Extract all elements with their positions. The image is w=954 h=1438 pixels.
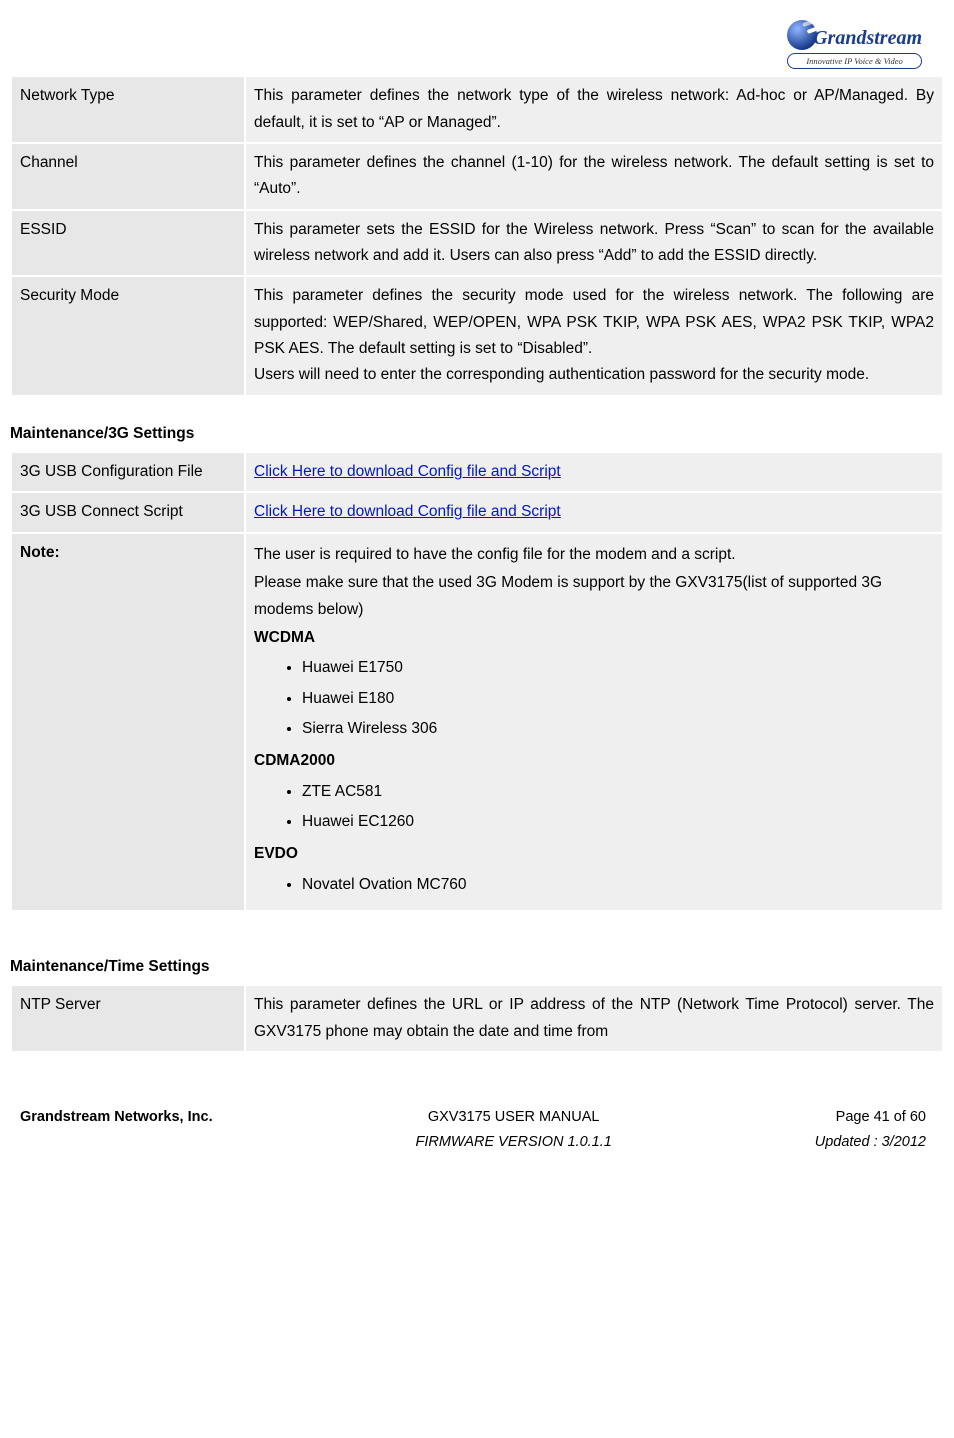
table-row: 3G USB Connect Script Click Here to down…	[12, 493, 942, 531]
param-label: 3G USB Connect Script	[12, 493, 244, 531]
download-link[interactable]: Click Here to download Config file and S…	[254, 503, 561, 520]
footer-company: Grandstream Networks, Inc.	[20, 1105, 213, 1154]
param-label: 3G USB Configuration File	[12, 453, 244, 491]
download-link[interactable]: Click Here to download Config file and S…	[254, 463, 561, 480]
brand-name: Grandstream	[813, 27, 922, 49]
list-item: Sierra Wireless 306	[302, 714, 934, 744]
param-desc: This parameter sets the ESSID for the Wi…	[246, 211, 942, 276]
param-label-note: Note:	[12, 534, 244, 910]
header-logo: Grandstream Innovative IP Voice & Video	[10, 10, 944, 75]
section-title-3g: Maintenance/3G Settings	[10, 415, 944, 451]
param-label: NTP Server	[12, 986, 244, 1051]
modem-group-heading: WCDMA	[254, 625, 934, 651]
modem-group-heading: CDMA2000	[254, 748, 934, 774]
modem-list-evdo: Novatel Ovation MC760	[302, 870, 934, 900]
table-row: Network Type This parameter defines the …	[12, 77, 942, 142]
param-label: Channel	[12, 144, 244, 209]
modem-list-wcdma: Huawei E1750 Huawei E180 Sierra Wireless…	[302, 653, 934, 744]
list-item: Novatel Ovation MC760	[302, 870, 934, 900]
logo-globe-icon	[787, 20, 817, 50]
param-desc: This parameter defines the channel (1-10…	[246, 144, 942, 209]
table-row: Channel This parameter defines the chann…	[12, 144, 942, 209]
footer-page: Page 41 of 60	[836, 1109, 926, 1125]
footer-firmware: FIRMWARE VERSION 1.0.1.1	[415, 1130, 611, 1155]
modem-group-heading: EVDO	[254, 841, 934, 867]
table-row: ESSID This parameter sets the ESSID for …	[12, 211, 942, 276]
table-row: Security Mode This parameter defines the…	[12, 277, 942, 394]
footer-manual: GXV3175 USER MANUAL	[415, 1105, 611, 1130]
table-row: NTP Server This parameter defines the UR…	[12, 986, 942, 1051]
page-footer: Grandstream Networks, Inc. GXV3175 USER …	[10, 1071, 944, 1162]
modem-list-cdma: ZTE AC581 Huawei EC1260	[302, 777, 934, 838]
list-item: ZTE AC581	[302, 777, 934, 807]
param-desc: Click Here to download Config file and S…	[246, 453, 942, 491]
param-desc-note: The user is required to have the config …	[246, 534, 942, 910]
param-desc: This parameter defines the network type …	[246, 77, 942, 142]
list-item: Huawei E1750	[302, 653, 934, 683]
footer-updated: Updated : 3/2012	[815, 1130, 926, 1155]
brand-tagline: Innovative IP Voice & Video	[787, 53, 922, 69]
list-item: Huawei EC1260	[302, 807, 934, 837]
param-label: Network Type	[12, 77, 244, 142]
section-title-time: Maintenance/Time Settings	[10, 948, 944, 984]
g3-params-table: 3G USB Configuration File Click Here to …	[10, 451, 944, 912]
table-row: 3G USB Configuration File Click Here to …	[12, 453, 942, 491]
param-label: Security Mode	[12, 277, 244, 394]
param-desc: Click Here to download Config file and S…	[246, 493, 942, 531]
param-label: ESSID	[12, 211, 244, 276]
param-desc: This parameter defines the security mode…	[246, 277, 942, 394]
note-text: Please make sure that the used 3G Modem …	[254, 570, 934, 623]
list-item: Huawei E180	[302, 684, 934, 714]
time-params-table: NTP Server This parameter defines the UR…	[10, 984, 944, 1053]
param-desc: This parameter defines the URL or IP add…	[246, 986, 942, 1051]
note-text: The user is required to have the config …	[254, 542, 934, 568]
wifi-params-table: Network Type This parameter defines the …	[10, 75, 944, 396]
table-row: Note: The user is required to have the c…	[12, 534, 942, 910]
